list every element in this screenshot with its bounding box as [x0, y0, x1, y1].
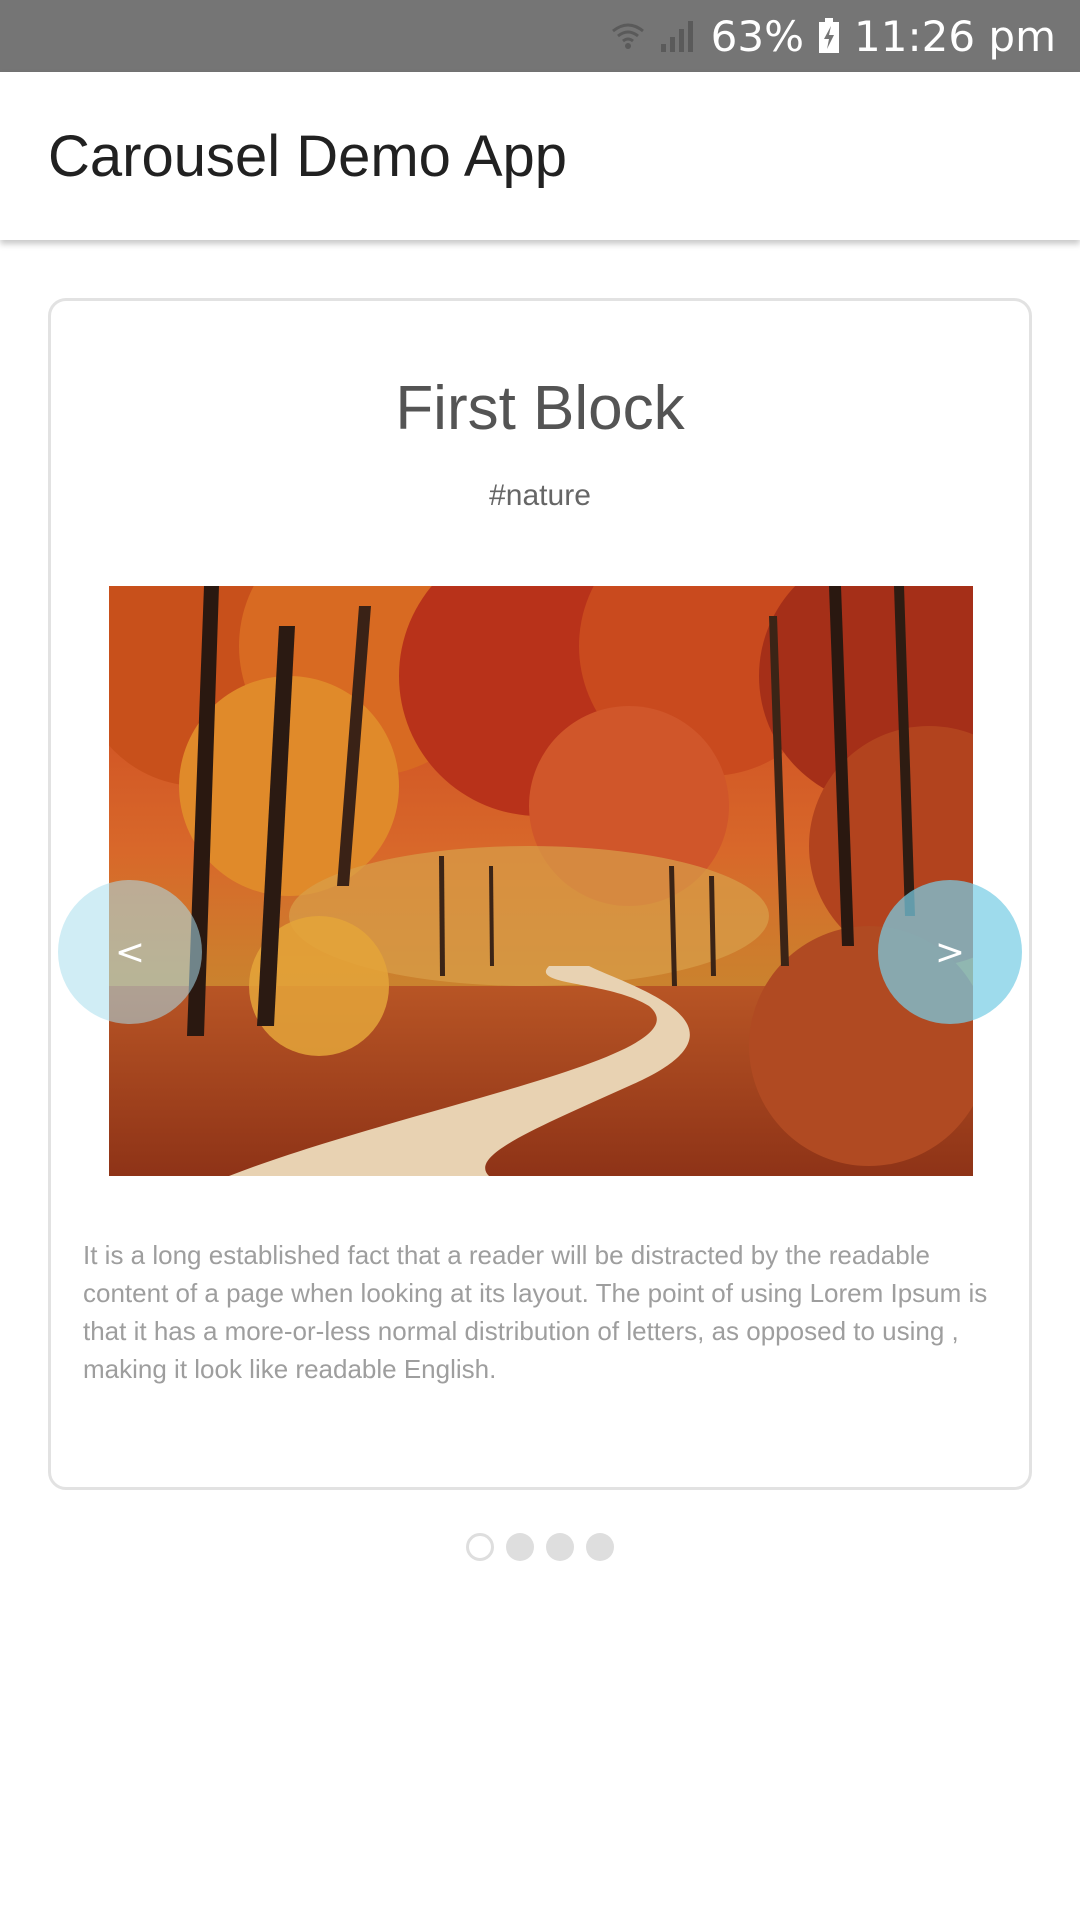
next-label: >: [934, 931, 966, 973]
app-bar: Carousel Demo App: [0, 72, 1080, 240]
pagination-dot-1[interactable]: [466, 1533, 494, 1561]
signal-icon: [659, 18, 697, 54]
slide-tag: #nature: [489, 479, 591, 512]
battery-charging-icon: [818, 18, 840, 54]
battery-percent: 63%: [710, 11, 805, 61]
pagination-dots: [0, 1533, 1080, 1561]
slide-image: [109, 586, 973, 1176]
previous-label: <: [114, 931, 146, 973]
status-time: 11:26 pm: [854, 11, 1056, 61]
previous-button[interactable]: <: [58, 880, 202, 1024]
pagination-dot-4[interactable]: [586, 1533, 614, 1561]
next-button[interactable]: >: [878, 880, 1022, 1024]
wifi-icon: [611, 19, 645, 53]
app-title: Carousel Demo App: [48, 123, 568, 189]
slide-description: It is a long established fact that a rea…: [83, 1240, 988, 1384]
status-bar: 63% 11:26 pm: [0, 0, 1080, 72]
carousel-card: First Block #nature It is a long establi…: [48, 298, 1032, 1490]
pagination-dot-2[interactable]: [506, 1533, 534, 1561]
pagination-dot-3[interactable]: [546, 1533, 574, 1561]
slide-title: First Block: [395, 374, 685, 443]
